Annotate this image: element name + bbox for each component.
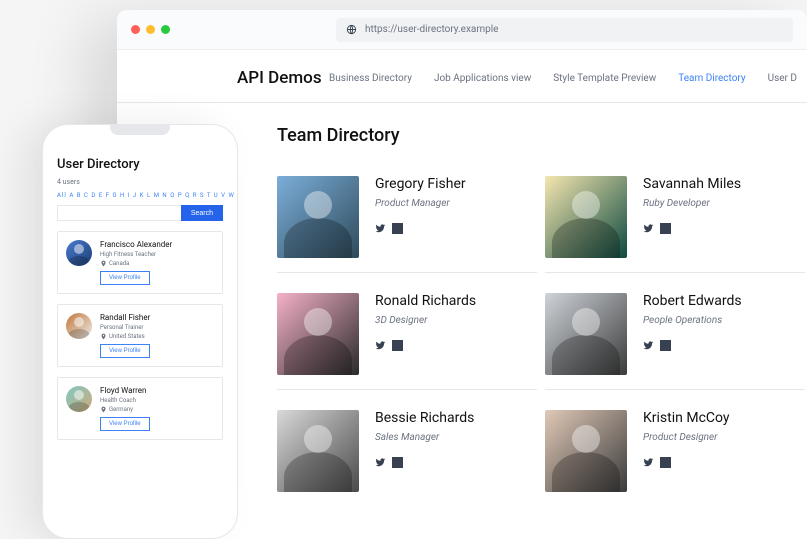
team-card: Robert Edwards People Operations — [545, 287, 805, 390]
twitter-icon[interactable] — [375, 457, 386, 468]
nav-item[interactable]: Business Directory — [329, 73, 412, 84]
member-name: Bessie Richards — [375, 410, 474, 426]
member-role: Sales Manager — [375, 432, 474, 443]
phone-mockup: User Directory 4 users All A B C D E F G… — [42, 124, 238, 539]
team-card: Kristin McCoy Product Designer — [545, 404, 805, 506]
card-info: Ronald Richards 3D Designer — [375, 293, 476, 375]
user-name: Francisco Alexander — [100, 240, 172, 249]
browser-toolbar: https://user-directory.example — [117, 10, 807, 50]
globe-icon — [346, 24, 357, 35]
twitter-icon[interactable] — [643, 223, 654, 234]
team-grid: Gregory Fisher Product Manager Savannah … — [277, 170, 807, 520]
nav-item[interactable]: User D — [768, 73, 797, 84]
team-card: Savannah Miles Ruby Developer — [545, 170, 805, 273]
member-role: Product Manager — [375, 198, 466, 209]
user-count: 4 users — [57, 178, 223, 186]
user-role: Personal Trainer — [100, 324, 150, 331]
user-card: Floyd Warren Health Coach Germany View P… — [57, 377, 223, 440]
member-name: Gregory Fisher — [375, 176, 466, 192]
member-role: People Operations — [643, 315, 742, 326]
social-icons — [643, 223, 741, 234]
avatar — [545, 410, 627, 492]
pin-icon — [100, 333, 107, 340]
member-name: Robert Edwards — [643, 293, 742, 309]
twitter-icon[interactable] — [643, 457, 654, 468]
phone-content: User Directory 4 users All A B C D E F G… — [43, 145, 237, 440]
user-name: Randall Fisher — [100, 313, 150, 322]
view-profile-button[interactable]: View Profile — [100, 417, 150, 431]
linkedin-icon[interactable] — [392, 223, 403, 234]
linkedin-icon[interactable] — [660, 223, 671, 234]
avatar — [66, 240, 92, 266]
linkedin-icon[interactable] — [392, 457, 403, 468]
team-card: Bessie Richards Sales Manager — [277, 404, 537, 506]
phone-notch-row — [43, 125, 237, 145]
social-icons — [643, 457, 730, 468]
search-row: Search — [57, 205, 223, 221]
member-role: Ruby Developer — [643, 198, 741, 209]
social-icons — [643, 340, 742, 351]
card-info: Bessie Richards Sales Manager — [375, 410, 474, 492]
card-info: Gregory Fisher Product Manager — [375, 176, 466, 258]
url-text: https://user-directory.example — [365, 24, 498, 35]
user-name: Floyd Warren — [100, 386, 146, 395]
top-nav: Business Directory Job Applications view S… — [329, 73, 807, 84]
site-header: API Demos Business Directory Job Applicat… — [117, 68, 807, 103]
linkedin-icon[interactable] — [660, 340, 671, 351]
member-name: Savannah Miles — [643, 176, 741, 192]
minimize-traffic-light[interactable] — [146, 25, 155, 34]
linkedin-icon[interactable] — [660, 457, 671, 468]
search-button[interactable]: Search — [181, 205, 223, 221]
phone-title: User Directory — [57, 157, 223, 172]
alpha-filter[interactable]: All A B C D E F G H I J K L M N O P Q R … — [57, 192, 223, 199]
user-list: Francisco Alexander High Fitness Teacher… — [57, 231, 223, 440]
pin-icon — [100, 260, 107, 267]
user-card: Randall Fisher Personal Trainer United S… — [57, 304, 223, 367]
site-brand: API Demos — [237, 68, 322, 88]
pin-icon — [100, 406, 107, 413]
page-title: Team Directory — [277, 125, 807, 146]
avatar — [277, 176, 359, 258]
team-card: Gregory Fisher Product Manager — [277, 170, 537, 273]
avatar — [66, 313, 92, 339]
nav-item[interactable]: Job Applications view — [434, 73, 531, 84]
avatar — [66, 386, 92, 412]
phone-notch — [110, 125, 170, 135]
twitter-icon[interactable] — [643, 340, 654, 351]
user-role: High Fitness Teacher — [100, 251, 172, 258]
twitter-icon[interactable] — [375, 340, 386, 351]
url-bar[interactable]: https://user-directory.example — [336, 18, 793, 42]
nav-item[interactable]: Team Directory — [678, 73, 745, 84]
view-profile-button[interactable]: View Profile — [100, 271, 150, 285]
user-location: Canada — [100, 260, 172, 267]
linkedin-icon[interactable] — [392, 340, 403, 351]
user-location: United States — [100, 333, 150, 340]
member-role: Product Designer — [643, 432, 730, 443]
avatar — [545, 293, 627, 375]
social-icons — [375, 457, 474, 468]
search-input[interactable] — [57, 205, 181, 221]
user-role: Health Coach — [100, 397, 146, 404]
user-card: Francisco Alexander High Fitness Teacher… — [57, 231, 223, 294]
member-name: Ronald Richards — [375, 293, 476, 309]
card-info: Savannah Miles Ruby Developer — [643, 176, 741, 258]
nav-item[interactable]: Style Template Preview — [553, 73, 656, 84]
card-info: Robert Edwards People Operations — [643, 293, 742, 375]
user-location: Germany — [100, 406, 146, 413]
avatar — [277, 410, 359, 492]
social-icons — [375, 223, 466, 234]
avatar — [277, 293, 359, 375]
view-profile-button[interactable]: View Profile — [100, 344, 150, 358]
member-name: Kristin McCoy — [643, 410, 730, 426]
twitter-icon[interactable] — [375, 223, 386, 234]
card-info: Kristin McCoy Product Designer — [643, 410, 730, 492]
avatar — [545, 176, 627, 258]
team-card: Ronald Richards 3D Designer — [277, 287, 537, 390]
member-role: 3D Designer — [375, 315, 476, 326]
social-icons — [375, 340, 476, 351]
close-traffic-light[interactable] — [131, 25, 140, 34]
zoom-traffic-light[interactable] — [161, 25, 170, 34]
